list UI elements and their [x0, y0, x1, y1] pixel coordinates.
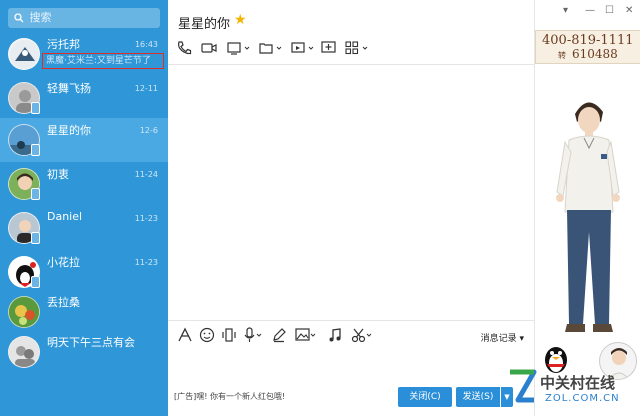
hotline-number: 400-819-1111 — [542, 33, 634, 48]
apps-grid-icon[interactable] — [344, 40, 370, 56]
contact-item[interactable]: 小花拉 11-23 — [0, 250, 168, 294]
message-area — [168, 65, 534, 319]
chat-window: 星星的你 ★ 消息记录 ▾ [广告]嘿! 你有一个新人红包哦! 关闭(C) 发送… — [168, 0, 534, 416]
watermark-title: 中关村在线 — [540, 374, 616, 392]
contact-time: 16:43 — [134, 40, 158, 49]
search-placeholder: 搜索 — [29, 11, 52, 24]
emoji-icon[interactable] — [198, 326, 216, 344]
contact-item[interactable]: 初衷 11-24 — [0, 162, 168, 206]
mobile-device-icon — [31, 276, 40, 288]
voice-message-icon[interactable] — [242, 326, 264, 344]
vibrate-icon[interactable] — [220, 326, 238, 344]
contact-time: 11-23 — [134, 214, 158, 223]
contact-name: 小花拉 — [47, 256, 80, 269]
phone-call-icon[interactable] — [176, 40, 194, 56]
message-icon[interactable] — [320, 40, 338, 56]
send-button[interactable]: 发送(S) — [456, 387, 500, 407]
font-icon[interactable] — [176, 326, 194, 344]
contact-time: 12-11 — [134, 84, 158, 93]
search-icon — [14, 13, 24, 23]
file-transfer-icon[interactable] — [258, 40, 284, 56]
contact-item[interactable]: 丢拉桑 — [0, 290, 168, 334]
close-icon[interactable]: ✕ — [625, 5, 633, 16]
contact-name: 星星的你 — [47, 124, 91, 137]
video-call-icon[interactable] — [200, 40, 218, 56]
penguin-mascot-icon — [545, 347, 567, 373]
pen-icon[interactable] — [270, 326, 288, 344]
message-input[interactable] — [168, 348, 534, 384]
search-input[interactable]: 搜索 — [8, 8, 160, 28]
contact-name: 初衷 — [47, 168, 69, 181]
zol-logo-icon — [510, 369, 537, 403]
contact-item[interactable]: 明天下午三点有会 — [0, 330, 168, 374]
mobile-device-icon — [31, 232, 40, 244]
contact-time: 11-24 — [134, 170, 158, 179]
contact-item-active[interactable]: 星星的你 12-6 — [0, 118, 168, 162]
contact-name: 丢拉桑 — [47, 296, 80, 309]
contact-item[interactable]: Daniel 11-23 — [0, 206, 168, 250]
contact-name: 轻舞飞扬 — [47, 82, 91, 95]
contact-time: 12-6 — [139, 126, 158, 135]
mobile-device-icon — [31, 102, 40, 114]
mobile-device-icon — [31, 188, 40, 200]
ad-banner[interactable]: [广告]嘿! 你有一个新人红包哦! — [174, 391, 285, 402]
message-preview-highlight: 黑魔·艾米兰:又到星芒节了 — [42, 53, 164, 69]
hotline-ad[interactable]: 400-819-1111 转 610488 — [535, 30, 640, 64]
right-panel: ▾ — ☐ ✕ 400-819-1111 转 610488 — [534, 0, 640, 416]
contact-item[interactable]: 轻舞飞扬 12-11 — [0, 76, 168, 120]
close-button[interactable]: 关闭(C) — [398, 387, 452, 407]
image-icon[interactable] — [294, 326, 318, 344]
message-history-button[interactable]: 消息记录 ▾ — [481, 331, 524, 344]
mobile-device-icon — [31, 144, 40, 156]
avatar-show-figure[interactable] — [553, 92, 623, 342]
hotline-ext: 610488 — [572, 47, 618, 61]
minimize-icon[interactable]: — — [585, 5, 595, 16]
hotline-ext-label: 转 — [558, 51, 566, 60]
contact-name: 明天下午三点有会 — [47, 336, 135, 349]
remote-desktop-icon[interactable] — [290, 40, 316, 56]
music-icon[interactable] — [326, 326, 344, 344]
contact-sidebar: 搜索 污托邦 16:43 黑魔·艾米兰:又到星芒节了 轻舞飞扬 12-11 星星… — [0, 0, 168, 416]
contact-time: 11-23 — [134, 258, 158, 267]
avatar — [8, 296, 40, 328]
contact-name: 污托邦 — [47, 38, 80, 51]
maximize-icon[interactable]: ☐ — [605, 5, 614, 16]
screen-share-icon[interactable] — [226, 40, 252, 56]
watermark-url: ZOL.COM.CN — [545, 393, 620, 404]
avatar — [8, 38, 40, 70]
screenshot-scissors-icon[interactable] — [350, 326, 374, 344]
star-icon[interactable]: ★ — [234, 12, 247, 28]
contact-name: Daniel — [47, 210, 83, 223]
avatar — [8, 336, 40, 368]
input-divider — [168, 320, 534, 321]
chat-title: 星星的你 — [178, 17, 231, 32]
dropdown-icon[interactable]: ▾ — [563, 5, 568, 16]
